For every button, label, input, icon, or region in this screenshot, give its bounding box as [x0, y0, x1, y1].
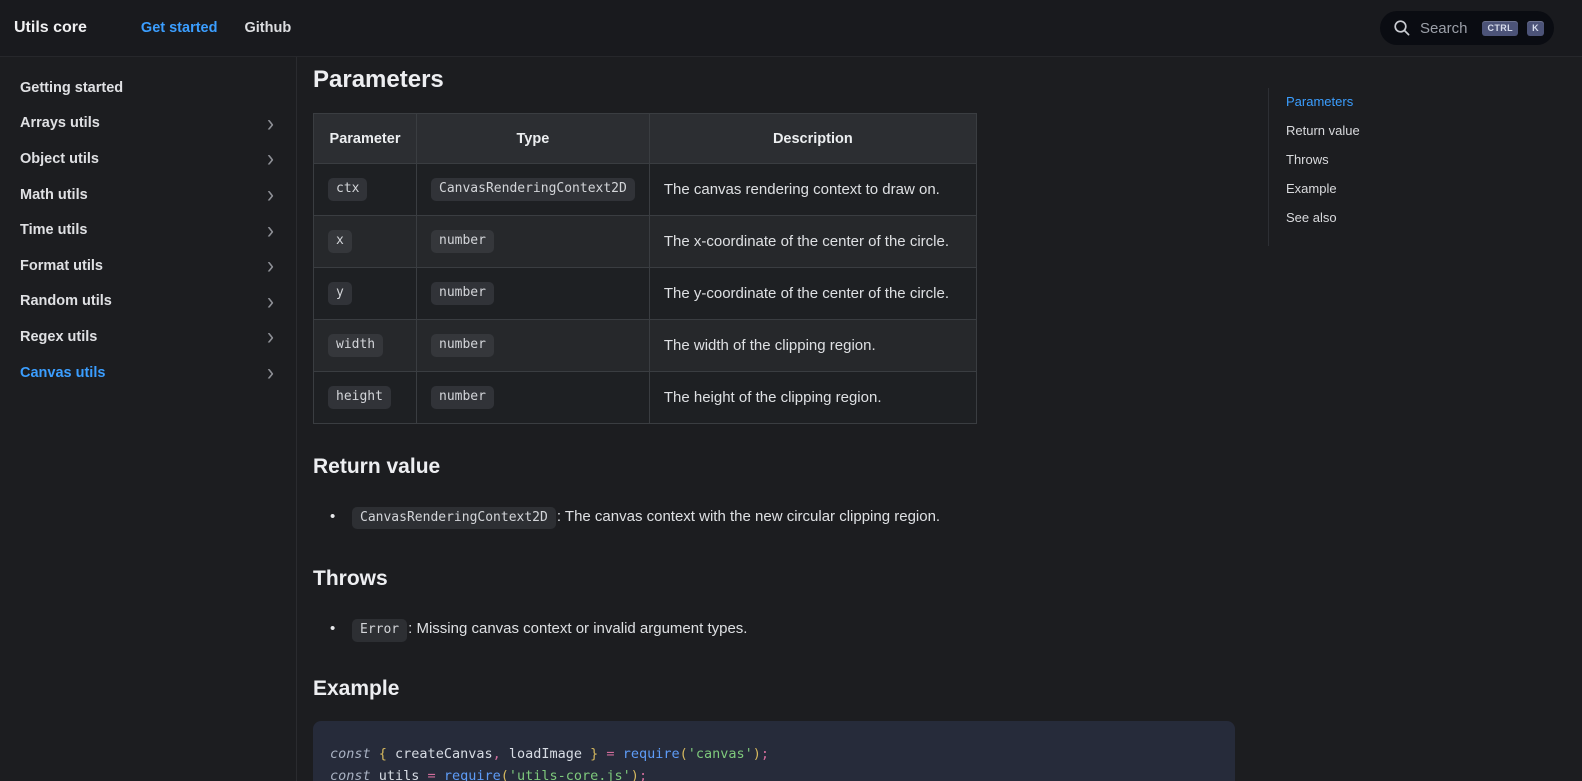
ctrl-key-badge: CTRL — [1482, 21, 1518, 36]
param-name-chip: height — [328, 386, 391, 408]
table-row: width number The width of the clipping r… — [314, 320, 977, 372]
param-type-chip: CanvasRenderingContext2D — [431, 178, 635, 200]
main-content: Parameters Parameter Type Description ct… — [313, 57, 1235, 781]
sidebar-item-canvas-utils[interactable]: Canvas utils › — [20, 355, 278, 391]
param-description: The width of the clipping region. — [649, 320, 976, 372]
chevron-right-icon: › — [267, 183, 274, 207]
example-heading: Example — [313, 676, 1235, 702]
chevron-right-icon: › — [267, 147, 274, 171]
table-row: ctx CanvasRenderingContext2D The canvas … — [314, 164, 977, 216]
param-type-chip: number — [431, 230, 494, 252]
sidebar-item-random-utils[interactable]: Random utils › — [20, 284, 278, 320]
toc-item-return-value[interactable]: Return value — [1286, 124, 1360, 138]
param-description: The y-coordinate of the center of the ci… — [649, 268, 976, 320]
parameters-heading: Parameters — [313, 66, 1235, 94]
toc-item-parameters[interactable]: Parameters — [1286, 95, 1360, 109]
throws-list: Error: Missing canvas context or invalid… — [313, 617, 1235, 641]
chevron-right-icon: › — [267, 360, 274, 384]
toc-item-throws[interactable]: Throws — [1286, 153, 1360, 167]
parameters-table: Parameter Type Description ctx CanvasRen… — [313, 113, 977, 424]
site-title[interactable]: Utils core — [14, 19, 87, 37]
sidebar-item-getting-started[interactable]: Getting started — [20, 70, 278, 106]
list-item: CanvasRenderingContext2D: The canvas con… — [330, 505, 1235, 529]
param-description: The canvas rendering context to draw on. — [649, 164, 976, 216]
param-type-chip: number — [431, 386, 494, 408]
sidebar-item-format-utils[interactable]: Format utils › — [20, 248, 278, 284]
toc-item-example[interactable]: Example — [1286, 182, 1360, 196]
sidebar-item-object-utils[interactable]: Object utils › — [20, 141, 278, 177]
search-button[interactable]: Search CTRL K — [1380, 11, 1554, 45]
chevron-right-icon: › — [267, 325, 274, 349]
param-name-chip: y — [328, 282, 352, 304]
on-this-page-toc: Parameters Return value Throws Example S… — [1268, 88, 1360, 246]
error-type-chip: Error — [352, 619, 407, 641]
chevron-right-icon: › — [267, 254, 274, 278]
throws-heading: Throws — [313, 566, 1235, 592]
param-type-chip: number — [431, 334, 494, 356]
param-type-chip: number — [431, 282, 494, 304]
example-code-block: const { createCanvas, loadImage } = requ… — [313, 721, 1235, 781]
table-row: y number The y-coordinate of the center … — [314, 268, 977, 320]
param-name-chip: ctx — [328, 178, 367, 200]
sidebar-item-math-utils[interactable]: Math utils › — [20, 177, 278, 213]
k-key-badge: K — [1527, 21, 1544, 36]
code-line: const { createCanvas, loadImage } = requ… — [330, 743, 1217, 766]
chevron-right-icon: › — [267, 111, 274, 135]
sidebar-item-time-utils[interactable]: Time utils › — [20, 212, 278, 248]
sidebar-item-arrays-utils[interactable]: Arrays utils › — [20, 106, 278, 142]
toc-item-see-also[interactable]: See also — [1286, 211, 1360, 225]
table-header-row: Parameter Type Description — [314, 114, 977, 164]
return-type-chip: CanvasRenderingContext2D — [352, 507, 556, 529]
table-row: height number The height of the clipping… — [314, 372, 977, 424]
param-description: The height of the clipping region. — [649, 372, 976, 424]
column-header-description: Description — [649, 114, 976, 164]
code-line: const utils = require('utils-core.js'); — [330, 765, 1217, 781]
nav-link-github[interactable]: Github — [244, 20, 291, 36]
search-icon — [1393, 19, 1411, 37]
return-value-text: : The canvas context with the new circul… — [557, 508, 940, 525]
column-header-parameter: Parameter — [314, 114, 417, 164]
sidebar-item-regex-utils[interactable]: Regex utils › — [20, 319, 278, 355]
chevron-right-icon: › — [267, 289, 274, 313]
throws-text: : Missing canvas context or invalid argu… — [408, 620, 747, 637]
top-nav: Utils core Get started Github Search CTR… — [0, 0, 1582, 57]
return-value-heading: Return value — [313, 454, 1235, 480]
return-value-list: CanvasRenderingContext2D: The canvas con… — [313, 505, 1235, 529]
list-item: Error: Missing canvas context or invalid… — [330, 617, 1235, 641]
param-name-chip: width — [328, 334, 383, 356]
sidebar: Getting started Arrays utils › Object ut… — [0, 57, 297, 781]
column-header-type: Type — [417, 114, 650, 164]
table-row: x number The x-coordinate of the center … — [314, 216, 977, 268]
chevron-right-icon: › — [267, 218, 274, 242]
param-name-chip: x — [328, 230, 352, 252]
search-label: Search — [1420, 20, 1468, 37]
nav-link-get-started[interactable]: Get started — [141, 20, 218, 36]
param-description: The x-coordinate of the center of the ci… — [649, 216, 976, 268]
